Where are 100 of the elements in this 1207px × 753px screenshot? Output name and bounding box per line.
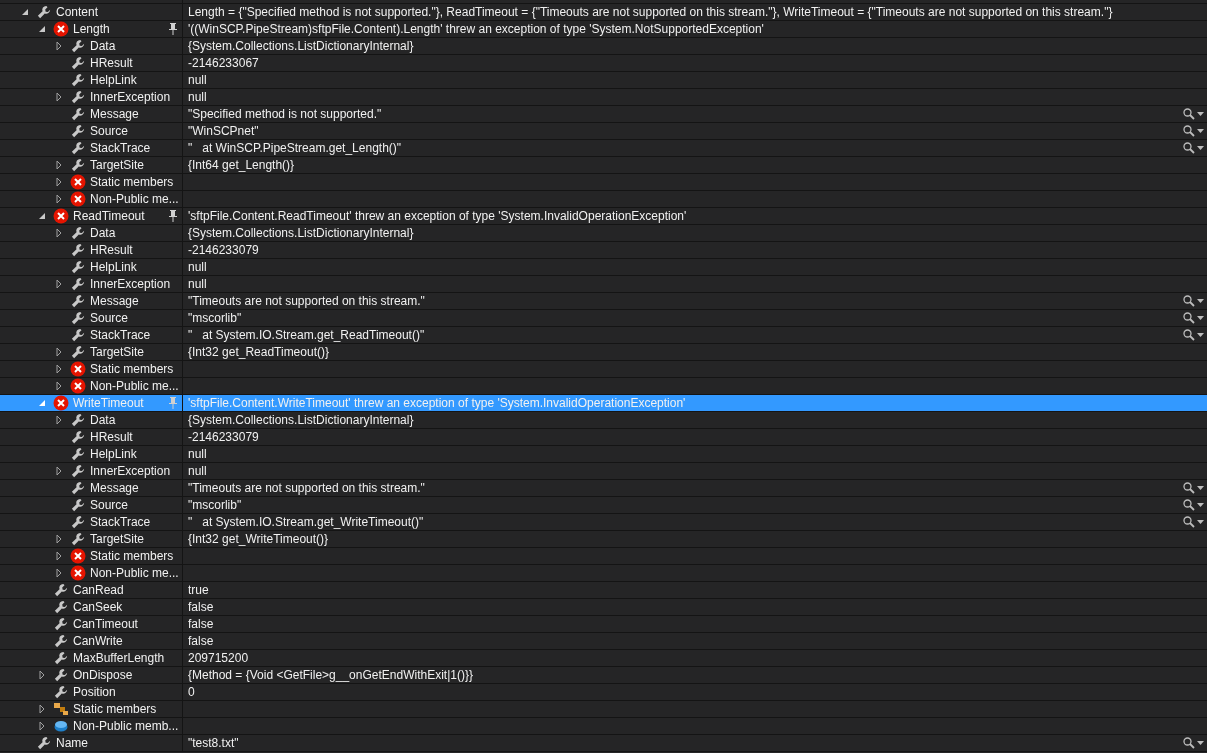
property-value: {Method = {Void <GetFile>g__onGetEndWithExit|1()}} bbox=[188, 667, 474, 683]
collapsed-arrow-icon[interactable] bbox=[56, 467, 63, 475]
cube-icon bbox=[54, 720, 68, 732]
visualizer-button[interactable] bbox=[1183, 125, 1204, 137]
wrench-icon bbox=[54, 583, 68, 597]
watch-row[interactable]: Non-Public me... bbox=[0, 378, 1207, 395]
collapsed-arrow-icon[interactable] bbox=[56, 382, 63, 390]
watch-row[interactable]: Position 0 bbox=[0, 684, 1207, 701]
watch-row[interactable]: InnerException null bbox=[0, 276, 1207, 293]
watch-row[interactable]: HelpLink null bbox=[0, 446, 1207, 463]
visualizer-button[interactable] bbox=[1183, 516, 1204, 528]
watch-row[interactable]: HelpLink null bbox=[0, 72, 1207, 89]
watch-row[interactable]: Static members bbox=[0, 548, 1207, 565]
collapsed-arrow-icon[interactable] bbox=[56, 93, 63, 101]
search-icon bbox=[1183, 329, 1195, 341]
collapsed-arrow-icon[interactable] bbox=[56, 195, 63, 203]
property-value: Length = {"Specified method is not supported."}, ReadTimeout = {"Timeouts are not supported on this stream."}, WriteTimeout = {"Timeouts are not supported on this stream."} bbox=[188, 4, 1114, 20]
watch-row[interactable]: HelpLink null bbox=[0, 259, 1207, 276]
watch-row[interactable]: CanTimeout false bbox=[0, 616, 1207, 633]
watch-row[interactable]: StackTrace " at System.IO.Stream.get_WriteTimeout()" bbox=[0, 514, 1207, 531]
watch-row[interactable]: Source "WinSCPnet" bbox=[0, 123, 1207, 140]
property-name: Message bbox=[90, 293, 140, 309]
collapsed-arrow-icon[interactable] bbox=[56, 280, 63, 288]
property-value: null bbox=[188, 259, 208, 275]
watch-row[interactable]: Length '((WinSCP.PipeStream)sftpFile.Content).Length' threw an exception of type 'System.NotSupportedException' bbox=[0, 21, 1207, 38]
caret-icon bbox=[1197, 299, 1204, 303]
property-name: CanRead bbox=[73, 582, 125, 598]
property-name: WriteTimeout bbox=[73, 395, 145, 411]
watch-row[interactable]: Source "mscorlib" bbox=[0, 310, 1207, 327]
property-name: Content bbox=[56, 4, 100, 20]
property-name: Source bbox=[90, 123, 130, 139]
error-icon bbox=[70, 361, 86, 377]
wrench-icon bbox=[71, 311, 85, 325]
watch-row[interactable]: HResult -2146233067 bbox=[0, 55, 1207, 72]
pin-icon[interactable] bbox=[169, 210, 177, 222]
watch-row[interactable]: Static members bbox=[0, 361, 1207, 378]
expanded-arrow-icon[interactable] bbox=[22, 8, 29, 16]
collapsed-arrow-icon[interactable] bbox=[39, 705, 46, 713]
collapsed-arrow-icon[interactable] bbox=[56, 229, 63, 237]
collapsed-arrow-icon[interactable] bbox=[56, 416, 63, 424]
property-value: " at System.IO.Stream.get_WriteTimeout()" bbox=[188, 514, 425, 530]
watch-row[interactable]: CanWrite false bbox=[0, 633, 1207, 650]
watch-row[interactable]: MaxBufferLength 209715200 bbox=[0, 650, 1207, 667]
collapsed-arrow-icon[interactable] bbox=[56, 535, 63, 543]
watch-row[interactable]: HResult -2146233079 bbox=[0, 429, 1207, 446]
watch-row[interactable]: Name "test8.txt" bbox=[0, 735, 1207, 752]
watch-row[interactable]: Data {System.Collections.ListDictionaryInternal} bbox=[0, 225, 1207, 242]
watch-row[interactable]: Message "Timeouts are not supported on this stream." bbox=[0, 480, 1207, 497]
watch-row[interactable]: Non-Public me... bbox=[0, 191, 1207, 208]
watch-row[interactable]: Source "mscorlib" bbox=[0, 497, 1207, 514]
collapsed-arrow-icon[interactable] bbox=[56, 552, 63, 560]
watch-row[interactable]: Data {System.Collections.ListDictionaryInternal} bbox=[0, 412, 1207, 429]
watch-row[interactable]: TargetSite {Int32 get_ReadTimeout()} bbox=[0, 344, 1207, 361]
visualizer-button[interactable] bbox=[1183, 329, 1204, 341]
caret-icon bbox=[1197, 316, 1204, 320]
property-name: HelpLink bbox=[90, 72, 138, 88]
watch-row[interactable]: HResult -2146233079 bbox=[0, 242, 1207, 259]
collapsed-arrow-icon[interactable] bbox=[56, 569, 63, 577]
error-icon bbox=[70, 548, 86, 564]
watch-row[interactable]: Non-Public memb... bbox=[0, 718, 1207, 735]
watch-row[interactable]: Static members bbox=[0, 701, 1207, 718]
expanded-arrow-icon[interactable] bbox=[39, 212, 46, 220]
visualizer-button[interactable] bbox=[1183, 737, 1204, 749]
watch-row[interactable]: InnerException null bbox=[0, 89, 1207, 106]
visualizer-button[interactable] bbox=[1183, 142, 1204, 154]
visualizer-button[interactable] bbox=[1183, 295, 1204, 307]
watch-row[interactable]: Non-Public me... bbox=[0, 565, 1207, 582]
collapsed-arrow-icon[interactable] bbox=[39, 722, 46, 730]
watch-row[interactable]: CanSeek false bbox=[0, 599, 1207, 616]
pin-icon[interactable] bbox=[169, 23, 177, 35]
wrench-icon bbox=[71, 226, 85, 240]
collapsed-arrow-icon[interactable] bbox=[39, 671, 46, 679]
expanded-arrow-icon[interactable] bbox=[39, 25, 46, 33]
watch-row[interactable]: CanRead true bbox=[0, 582, 1207, 599]
watch-row[interactable]: TargetSite {Int32 get_WriteTimeout()} bbox=[0, 531, 1207, 548]
visualizer-button[interactable] bbox=[1183, 499, 1204, 511]
watch-row[interactable]: Static members bbox=[0, 174, 1207, 191]
watch-row[interactable]: ReadTimeout 'sftpFile.Content.ReadTimeout' threw an exception of type 'System.InvalidOperationException' bbox=[0, 208, 1207, 225]
watch-row[interactable]: InnerException null bbox=[0, 463, 1207, 480]
collapsed-arrow-icon[interactable] bbox=[56, 42, 63, 50]
watch-row[interactable]: Message "Timeouts are not supported on this stream." bbox=[0, 293, 1207, 310]
watch-row[interactable]: Content Length = {"Specified method is not supported."}, ReadTimeout = {"Timeouts are not supported on this stream."}, WriteTimeout = {"Timeouts are not supported on this stream."} bbox=[0, 4, 1207, 21]
watch-row[interactable]: Message "Specified method is not supported." bbox=[0, 106, 1207, 123]
visualizer-button[interactable] bbox=[1183, 312, 1204, 324]
collapsed-arrow-icon[interactable] bbox=[56, 161, 63, 169]
wrench-icon bbox=[71, 413, 85, 427]
wrench-icon bbox=[71, 447, 85, 461]
caret-icon bbox=[1197, 741, 1204, 745]
visualizer-button[interactable] bbox=[1183, 108, 1204, 120]
collapsed-arrow-icon[interactable] bbox=[56, 178, 63, 186]
watch-row[interactable]: StackTrace " at WinSCP.PipeStream.get_Length()" bbox=[0, 140, 1207, 157]
error-icon bbox=[70, 565, 86, 581]
watch-row[interactable]: StackTrace " at System.IO.Stream.get_ReadTimeout()" bbox=[0, 327, 1207, 344]
visualizer-button[interactable] bbox=[1183, 482, 1204, 494]
watch-row[interactable]: OnDispose {Method = {Void <GetFile>g__onGetEndWithExit|1()}} bbox=[0, 667, 1207, 684]
wrench-icon bbox=[54, 617, 68, 631]
watch-row[interactable]: TargetSite {Int64 get_Length()} bbox=[0, 157, 1207, 174]
collapsed-arrow-icon[interactable] bbox=[56, 348, 63, 356]
watch-row[interactable]: Data {System.Collections.ListDictionaryInternal} bbox=[0, 38, 1207, 55]
collapsed-arrow-icon[interactable] bbox=[56, 365, 63, 373]
